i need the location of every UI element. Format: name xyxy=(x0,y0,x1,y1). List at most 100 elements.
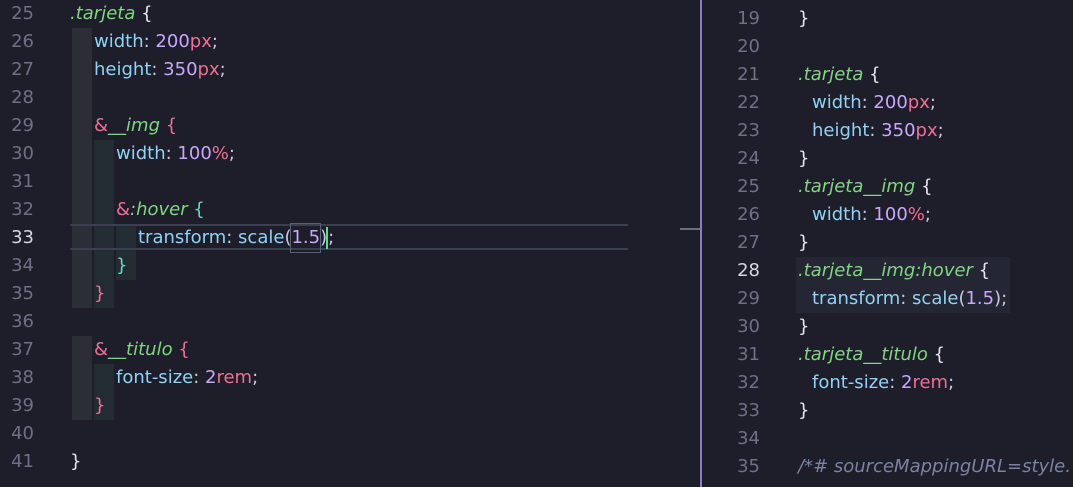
line-code[interactable]: height: 350px; xyxy=(812,117,944,145)
code-token-br: } xyxy=(798,8,810,29)
code-line[interactable]: 20 xyxy=(702,33,1073,61)
code-token-punc: : xyxy=(900,288,913,309)
code-line[interactable]: 32 font-size: 2rem; xyxy=(702,369,1073,397)
code-line[interactable]: 30} xyxy=(702,313,1073,341)
code-token-num: 1.5 xyxy=(290,223,322,253)
code-line[interactable]: 27 height: 350px; xyxy=(0,56,700,84)
code-line[interactable]: 23 height: 350px; xyxy=(702,117,1073,145)
code-token-punc: ; xyxy=(1001,288,1008,309)
code-line[interactable]: 21 .tarjeta { xyxy=(702,61,1073,89)
code-line[interactable]: 34} xyxy=(0,252,700,280)
code-token-num: 200 xyxy=(155,31,190,52)
line-code[interactable]: } xyxy=(94,280,105,308)
code-token-br: } xyxy=(798,316,810,337)
line-number: 37 xyxy=(11,339,34,360)
code-token-br: { xyxy=(135,3,153,24)
code-token-sel: __titulo xyxy=(108,339,173,360)
line-code[interactable]: width: 100%; xyxy=(116,140,235,168)
code-token-prop: width xyxy=(116,143,166,164)
code-token-punc: : xyxy=(889,372,902,393)
code-token-sel: .tarjeta xyxy=(798,64,864,85)
code-line[interactable]: 26 width: 100%; xyxy=(702,201,1073,229)
code-token-punc: : xyxy=(861,204,874,225)
line-number: 31 xyxy=(737,344,760,365)
code-line[interactable]: 33} xyxy=(702,397,1073,425)
line-code[interactable]: } xyxy=(70,448,81,476)
line-code[interactable]: font-size: 2rem; xyxy=(116,364,258,392)
line-code[interactable]: &:hover { xyxy=(116,196,205,224)
line-code[interactable]: width: 200px; xyxy=(812,89,936,117)
line-code[interactable]: } xyxy=(798,397,809,425)
line-number: 38 xyxy=(11,367,34,388)
code-line[interactable]: 37 &__titulo { xyxy=(0,336,700,364)
code-line[interactable]: 31 xyxy=(0,168,700,196)
code-line[interactable]: 29 transform: scale(1.5); xyxy=(702,285,1073,313)
code-token-num: 2 xyxy=(901,372,913,393)
line-number: 29 xyxy=(737,288,760,309)
code-line[interactable]: 31 .tarjeta__titulo { xyxy=(702,341,1073,369)
code-line[interactable]: 30 width: 100%; xyxy=(0,140,700,168)
code-token-br: { xyxy=(927,344,946,365)
line-code[interactable]: } xyxy=(798,5,809,33)
code-line[interactable]: 27} xyxy=(702,229,1073,257)
code-token-prop: transform xyxy=(138,227,227,248)
code-line[interactable]: 25 .tarjeta__img { xyxy=(702,173,1073,201)
code-token-punc: : xyxy=(869,120,882,141)
line-code[interactable]: &__titulo { xyxy=(94,336,190,364)
line-code[interactable]: width: 100%; xyxy=(812,201,931,229)
code-line[interactable]: 38 font-size: 2rem; xyxy=(0,364,700,392)
code-line[interactable]: 39} xyxy=(0,392,700,420)
code-line[interactable]: 35 /*# sourceMappingURL=style. xyxy=(702,453,1073,481)
code-line[interactable]: 22 width: 200px; xyxy=(702,89,1073,117)
line-number: 34 xyxy=(737,428,760,449)
code-token-num: 350 xyxy=(163,59,198,80)
code-line[interactable]: 28 xyxy=(0,84,700,112)
line-code[interactable]: height: 350px; xyxy=(94,56,226,84)
code-line[interactable]: 28 .tarjeta__img:hover { xyxy=(702,257,1073,285)
line-code[interactable]: width: 200px; xyxy=(94,28,218,56)
line-code[interactable]: } xyxy=(798,145,809,173)
code-line[interactable]: 32 &:hover { xyxy=(0,196,700,224)
code-line[interactable]: 40 xyxy=(0,420,700,448)
code-line[interactable]: 34 xyxy=(702,425,1073,453)
line-number: 27 xyxy=(737,232,760,253)
code-line[interactable]: 36 xyxy=(0,308,700,336)
code-token-br-pink: } xyxy=(94,283,106,304)
line-code[interactable]: } xyxy=(116,252,127,280)
line-code[interactable]: .tarjeta__img { xyxy=(798,173,933,201)
code-token-unit: rem xyxy=(216,367,253,388)
line-code[interactable]: .tarjeta { xyxy=(70,0,153,28)
code-token-br-pink: } xyxy=(94,395,106,416)
code-line[interactable]: 29 &__img { xyxy=(0,112,700,140)
line-code[interactable]: .tarjeta__img:hover { xyxy=(798,257,990,285)
code-token-br: } xyxy=(798,400,810,421)
line-code[interactable]: /*# sourceMappingURL=style. xyxy=(798,453,1071,481)
line-code[interactable]: font-size: 2rem; xyxy=(812,369,954,397)
line-code[interactable]: &__img { xyxy=(94,112,177,140)
line-code[interactable]: transform: scale(1.5); xyxy=(812,285,1007,313)
line-code[interactable]: } xyxy=(798,313,809,341)
right-editor-pane[interactable]: 19} 20 21 .tarjeta {22 width: 200px; 23 height… xyxy=(702,0,1073,487)
code-line[interactable]: 35} xyxy=(0,280,700,308)
line-number: 30 xyxy=(737,316,760,337)
split-sash-handle[interactable] xyxy=(680,228,700,230)
line-code[interactable]: } xyxy=(798,229,809,257)
code-line[interactable]: 24} xyxy=(702,145,1073,173)
code-token-punc: : xyxy=(193,367,206,388)
line-number: 35 xyxy=(737,456,760,477)
code-token-prop: width xyxy=(812,204,862,225)
code-token-br-cyan: } xyxy=(116,255,128,276)
line-code[interactable]: transform: scale(1.5); xyxy=(138,223,334,253)
line-code[interactable]: .tarjeta { xyxy=(798,61,881,89)
code-line[interactable]: 41} xyxy=(0,448,700,476)
code-line[interactable]: 25 .tarjeta { xyxy=(0,0,700,28)
code-token-unit: % xyxy=(907,204,925,225)
code-token-num: 100 xyxy=(873,204,908,225)
line-number: 24 xyxy=(737,148,760,169)
code-line[interactable]: 26 width: 200px; xyxy=(0,28,700,56)
line-code[interactable]: } xyxy=(94,392,105,420)
line-code[interactable]: .tarjeta__titulo { xyxy=(798,341,945,369)
code-line[interactable]: 19} xyxy=(702,5,1073,33)
left-editor-pane[interactable]: 25 .tarjeta {26 width: 200px; 27 height: 350… xyxy=(0,0,700,487)
code-line[interactable]: 33 transform: scale(1.5); xyxy=(0,223,700,253)
